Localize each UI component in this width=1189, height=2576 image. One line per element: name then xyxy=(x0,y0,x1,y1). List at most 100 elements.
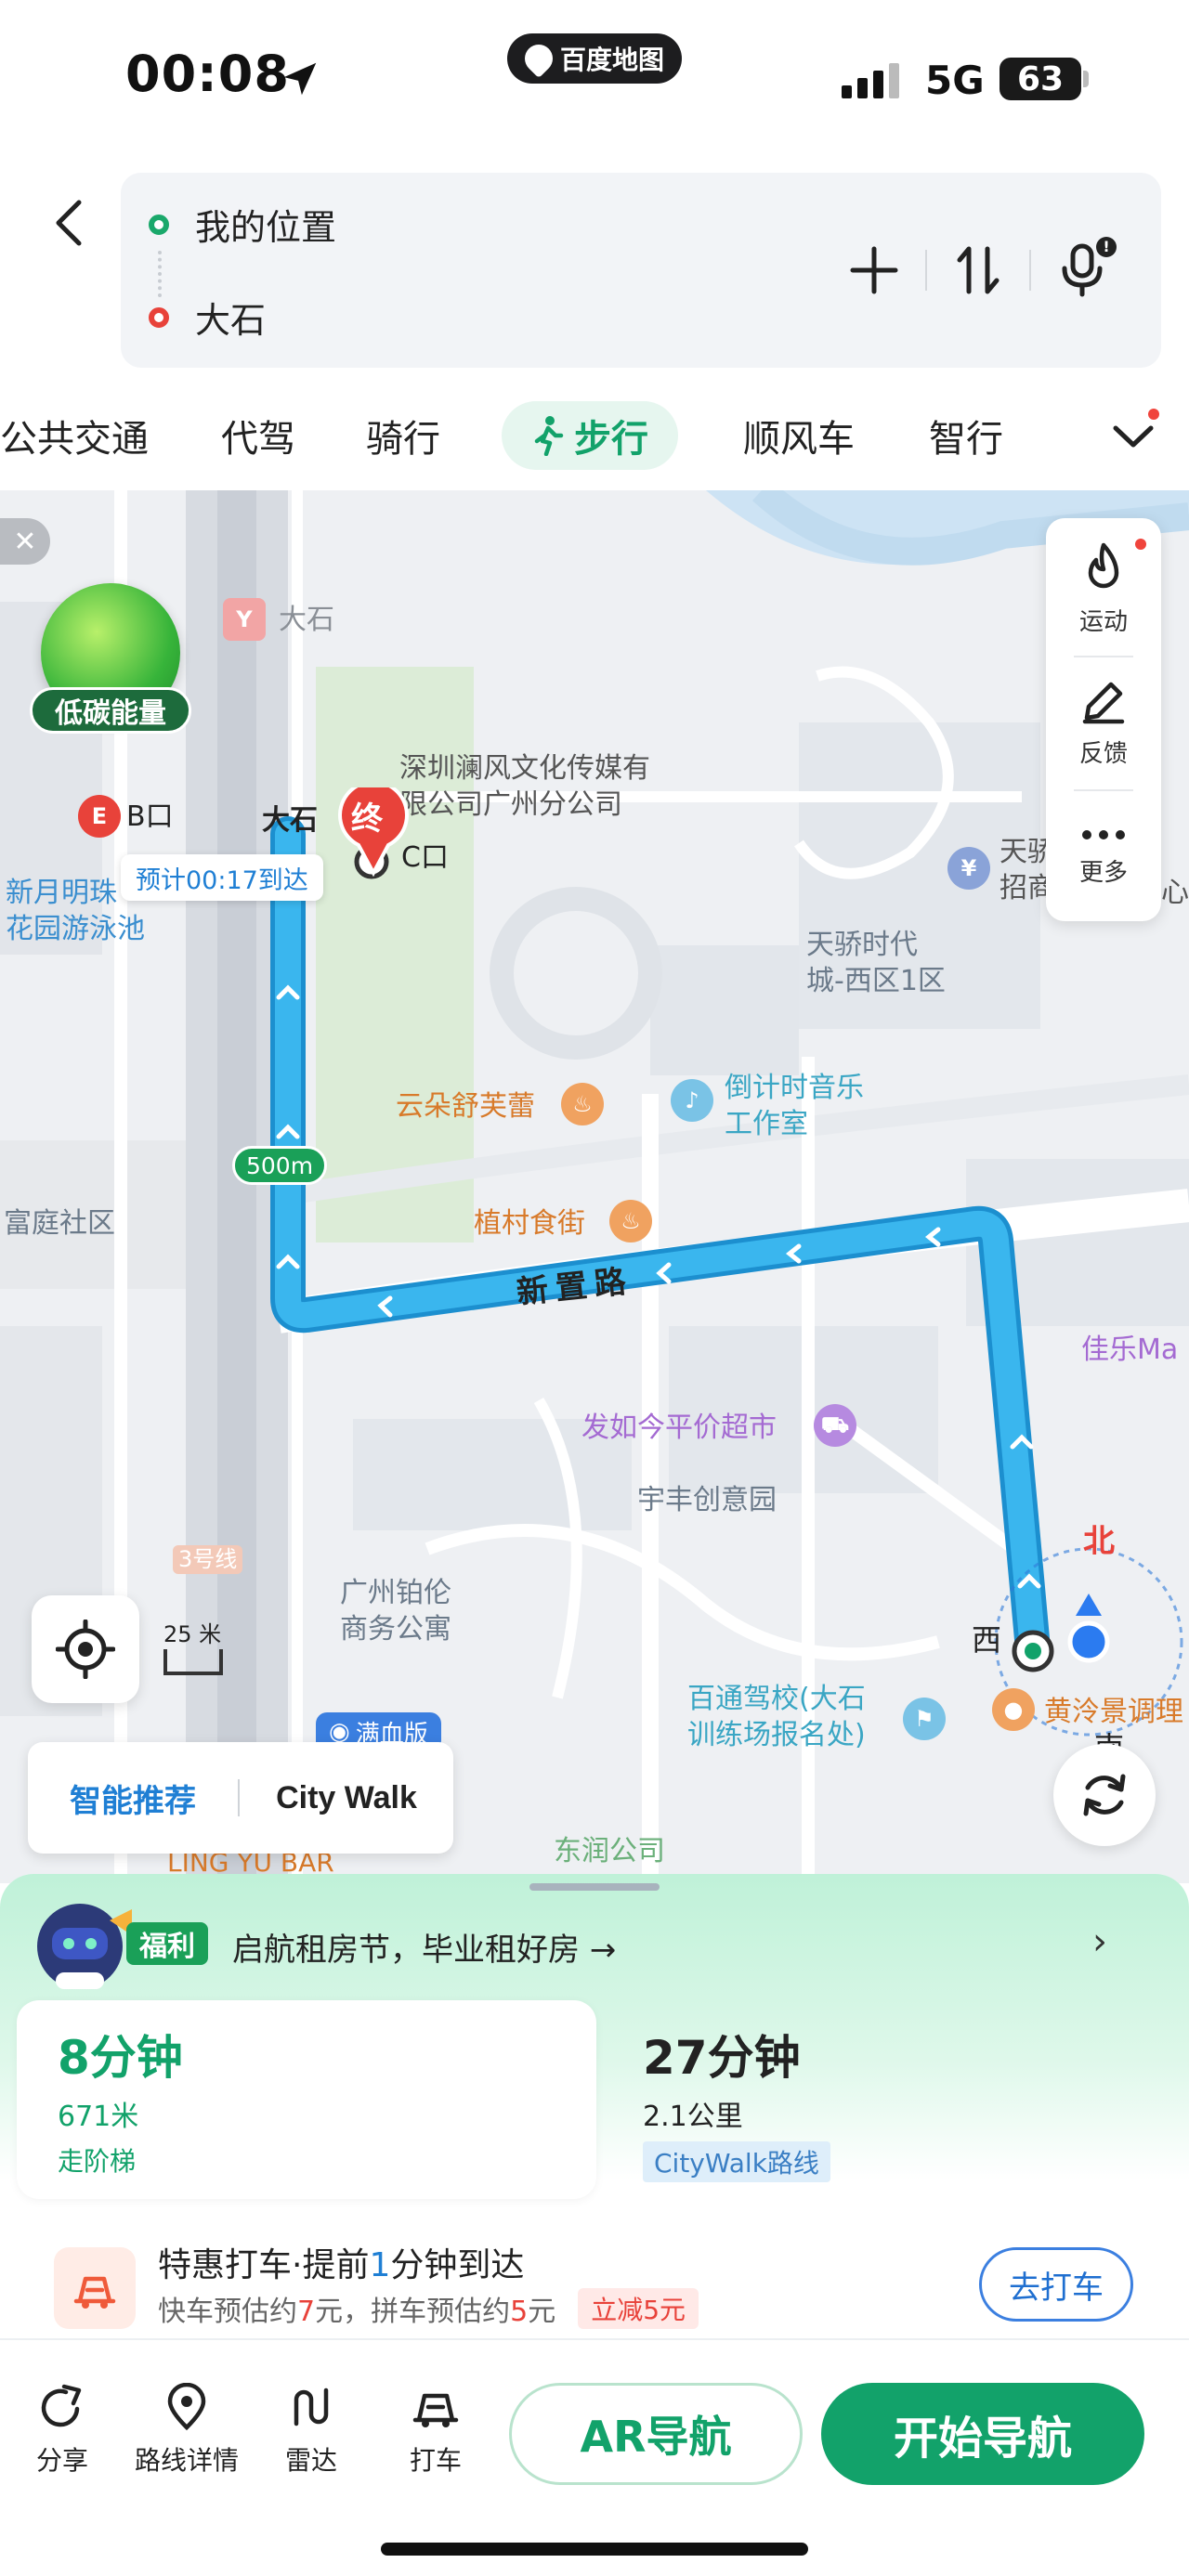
share-icon xyxy=(41,2384,82,2427)
route-option-card[interactable]: 27分钟 2.1公里 CityWalk路线 xyxy=(615,2000,1172,2199)
status-bar: 00:08 百度地图 5G 63 xyxy=(0,0,1189,158)
taxi-sub-a-unit: 元，拼车预估约 xyxy=(315,2296,511,2328)
smart-recommend-card: 智能推荐 City Walk xyxy=(28,1742,453,1854)
route-note: 走阶梯 xyxy=(58,2146,137,2177)
countdown-label: 倒计时音乐 工作室 xyxy=(725,1072,864,1140)
tab-carpool[interactable]: 顺风车 xyxy=(743,401,855,470)
dashi-partial-label: 大石 xyxy=(262,804,318,837)
city-walk-button[interactable]: City Walk xyxy=(240,1780,453,1816)
route-time: 27分钟 xyxy=(643,2031,801,2085)
route-detail-label: 路线详情 xyxy=(134,2445,239,2476)
mic-badge: ! xyxy=(1096,237,1117,257)
company-label: 深圳澜风文化传媒有 限公司广州分公司 xyxy=(399,752,650,821)
taxi-sub-a-num: 7 xyxy=(297,2296,316,2328)
swap-icon xyxy=(957,246,1000,294)
jiale-label: 佳乐Ma xyxy=(1081,1334,1179,1366)
destination-field[interactable]: 大石 xyxy=(149,292,266,343)
route-connector xyxy=(158,251,162,297)
close-icon[interactable]: ✕ xyxy=(0,518,50,565)
sport-button[interactable]: 运动 xyxy=(1046,524,1161,654)
huangling-label: 黄泠景调理 xyxy=(1044,1696,1183,1728)
eta-tag: 预计00:17到达 xyxy=(121,854,323,901)
route-distance: 671米 xyxy=(58,2101,139,2133)
location-arrow-icon xyxy=(283,62,317,96)
back-icon xyxy=(56,200,82,246)
ar-navigation-button[interactable]: AR导航 xyxy=(509,2383,803,2485)
zhicun-label: 植村食街 xyxy=(474,1207,585,1240)
baitong-label: 百通驾校(大石 训练场报名处) xyxy=(687,1683,866,1751)
spa-icon: ● xyxy=(992,1688,1035,1731)
route-actions: ! xyxy=(823,224,1133,317)
yufeng-label: 宇丰创意园 xyxy=(637,1484,777,1516)
route-time: 8分钟 xyxy=(58,2031,183,2085)
origin-label: 我的位置 xyxy=(195,207,337,248)
compass-north: 北 xyxy=(1083,1523,1115,1560)
route-sheet: 福利 启航租房节，毕业租好房 → › 8分钟 671米 走阶梯 27分钟 2.1… xyxy=(0,1874,1189,2576)
route-distance: 2.1公里 xyxy=(643,2101,743,2133)
taxi-button[interactable]: 打车 xyxy=(375,2383,496,2478)
promo-tag: 福利 xyxy=(126,1922,208,1965)
more-tabs-button[interactable] xyxy=(1105,409,1161,464)
more-dots-icon xyxy=(1082,829,1125,839)
tab-cycling[interactable]: 骑行 xyxy=(366,401,440,470)
signal-icon xyxy=(842,63,899,98)
voice-input-button[interactable]: ! xyxy=(1031,224,1133,317)
scale-label: 25 米 xyxy=(163,1621,222,1647)
route-detail-button[interactable]: 路线详情 xyxy=(126,2383,247,2478)
taxi-icon xyxy=(54,2247,136,2329)
tab-walking[interactable]: 步行 xyxy=(502,401,678,470)
taxi-promo-row[interactable]: 特惠打车·提前1分钟到达 快车预估约7元，拼车预估约5元 立减5元 去打车 xyxy=(0,2219,1189,2340)
chevron-right-icon[interactable]: › xyxy=(1092,1920,1107,1963)
call-taxi-button[interactable]: 去打车 xyxy=(979,2247,1133,2322)
destination-marker-label: 终 xyxy=(351,800,383,838)
taxi-car-icon xyxy=(412,2393,459,2427)
map-side-panel: 运动 反馈 更多 xyxy=(1046,518,1161,921)
scale-bar xyxy=(163,1649,223,1675)
route-note-badge: CityWalk路线 xyxy=(643,2141,830,2182)
food-icon: ♨ xyxy=(561,1083,604,1125)
more-button[interactable]: 更多 xyxy=(1046,791,1161,921)
route-option-card[interactable]: 8分钟 671米 走阶梯 xyxy=(17,2000,596,2199)
exit-b-label: B口 xyxy=(126,800,174,833)
radar-button[interactable]: 雷达 xyxy=(251,2383,372,2478)
sheet-drag-handle[interactable] xyxy=(529,1883,660,1891)
promo-text[interactable]: 启航租房节，毕业租好房 → xyxy=(232,1924,616,1970)
music-icon: ♪ xyxy=(671,1079,713,1122)
destination-label: 大石 xyxy=(195,300,267,341)
map-pin-icon xyxy=(518,38,559,79)
low-carbon-badge[interactable]: 低碳能量 xyxy=(30,687,191,734)
back-button[interactable] xyxy=(37,186,102,260)
share-button[interactable]: 分享 xyxy=(2,2383,123,2478)
start-navigation-button[interactable]: 开始导航 xyxy=(821,2383,1144,2485)
flame-icon xyxy=(1088,542,1119,588)
map-view[interactable]: ✕ 低碳能量 Y 大石 E B口 大石 C口 深圳澜风文化传媒有 限公司广州分公… xyxy=(0,490,1189,1883)
origin-dot-icon xyxy=(149,214,169,235)
more-label: 更多 xyxy=(1078,858,1128,887)
bank-icon: ¥ xyxy=(947,847,990,890)
locate-button[interactable] xyxy=(32,1595,139,1703)
dongrun-label: 东润公司 xyxy=(554,1835,665,1867)
taxi-label: 打车 xyxy=(409,2445,462,2476)
sport-label: 运动 xyxy=(1078,607,1128,636)
smart-recommend-button[interactable]: 智能推荐 xyxy=(28,1776,238,1821)
discount-badge: 立减5元 xyxy=(578,2288,699,2329)
tab-smart-travel[interactable]: 智行 xyxy=(929,401,1003,470)
app-name: 百度地图 xyxy=(559,45,664,75)
taxi-title-b: 分钟到达 xyxy=(390,2246,525,2284)
notification-dot xyxy=(1135,539,1146,550)
origin-field[interactable]: 我的位置 xyxy=(149,199,336,250)
tab-walking-label: 步行 xyxy=(574,418,648,461)
app-return-pill[interactable]: 百度地图 xyxy=(507,33,682,84)
tab-designated-driver[interactable]: 代驾 xyxy=(221,401,295,470)
refresh-route-button[interactable] xyxy=(1053,1744,1156,1846)
add-waypoint-button[interactable] xyxy=(823,224,925,317)
swap-route-button[interactable] xyxy=(927,224,1029,317)
metro-icon: Y xyxy=(223,598,266,641)
feedback-button[interactable]: 反馈 xyxy=(1046,657,1161,787)
tab-public-transit[interactable]: 公共交通 xyxy=(0,401,149,470)
battery-indicator: 63 xyxy=(1000,58,1081,100)
chevron-down-icon xyxy=(1113,425,1154,448)
distance-tag: 500m xyxy=(232,1146,328,1185)
supermarket-label: 发如今平价超市 xyxy=(581,1412,777,1444)
share-label: 分享 xyxy=(35,2445,88,2476)
